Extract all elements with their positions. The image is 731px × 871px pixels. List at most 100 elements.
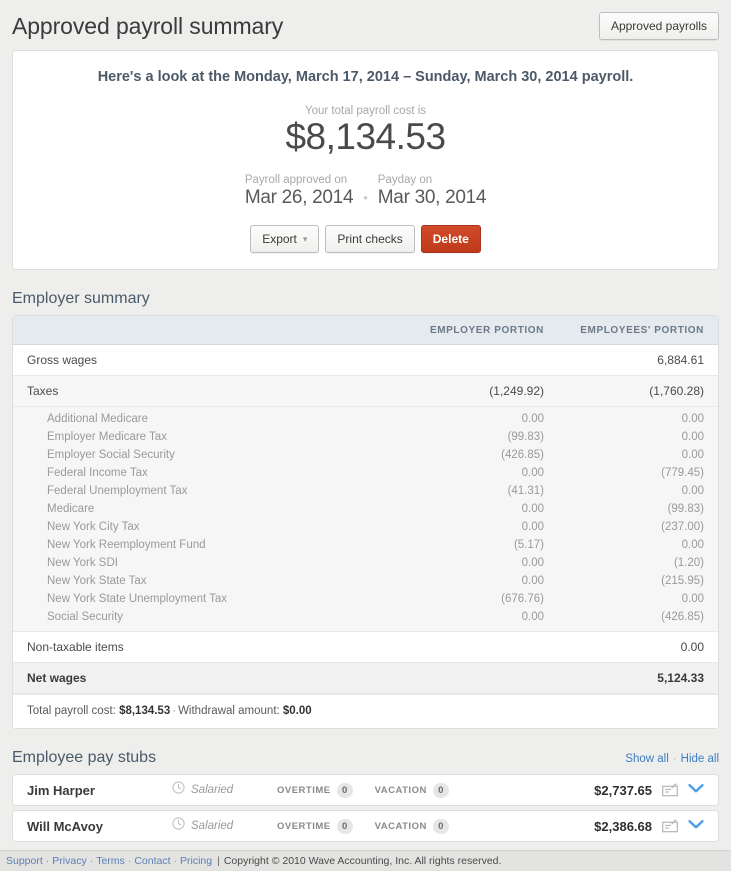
pay-stub-row[interactable]: Jim Harper Salaried OVERTIME 0 VACATION 0 $2,7… <box>12 774 719 807</box>
overtime-label: OVERTIME <box>277 820 331 832</box>
tax-detail-employees-value: (99.83) <box>558 500 718 519</box>
footer-link-support[interactable]: Support <box>6 855 43 867</box>
net-wages-employees-value: 5,124.33 <box>558 662 718 695</box>
delete-button[interactable]: Delete <box>420 225 481 254</box>
vacation-label: VACATION <box>374 820 427 832</box>
footer-separator: · <box>127 855 132 867</box>
date-separator: • <box>363 190 368 206</box>
total-cost-amount: $8,134.53 <box>285 116 446 157</box>
clock-icon <box>172 817 185 835</box>
tax-detail-employees-value: (215.95) <box>558 572 718 591</box>
tax-detail-label: Medicare <box>13 500 398 519</box>
vacation-badge: 0 <box>432 782 449 798</box>
employee-pay-type: Salaried <box>172 817 277 835</box>
payday-date-value: Mar 30, 2014 <box>377 187 487 209</box>
hide-all-link[interactable]: Hide all <box>681 753 719 765</box>
payroll-dates: Payroll approved on Mar 26, 2014 • Payda… <box>33 173 698 209</box>
table-row: Taxes (1,249.92) (1,760.28) <box>13 375 718 408</box>
payroll-period-headline: Here's a look at the Monday, March 17, 2… <box>97 69 634 85</box>
approved-payrolls-button[interactable]: Approved payrolls <box>598 12 719 40</box>
tax-detail-row: New York State Tax 0.00 (215.95) <box>13 572 718 591</box>
tax-detail-label: New York City Tax <box>13 518 398 537</box>
employer-summary-header: Employer summary <box>12 290 719 308</box>
clock-icon-svg <box>172 817 185 830</box>
tax-detail-row: Additional Medicare 0.00 0.00 <box>13 406 718 429</box>
expand-chevron-down-icon[interactable] <box>688 817 704 835</box>
tax-detail-employees-value: 0.00 <box>558 590 718 609</box>
overtime-label: OVERTIME <box>277 784 331 796</box>
employee-name: Will McAvoy <box>27 818 103 834</box>
page-footer: Support · Privacy · Terms · Contact · Pricing | … <box>0 850 731 871</box>
employer-summary-title: Employer summary <box>12 290 150 308</box>
view-pay-stub-icon[interactable] <box>662 783 678 797</box>
row-label: Taxes <box>13 375 398 408</box>
overtime-badge: 0 <box>336 818 353 834</box>
overtime-badge: 0 <box>336 782 353 798</box>
footer-separator: · <box>45 855 50 867</box>
tax-detail-row: Federal Income Tax 0.00 (779.45) <box>13 464 718 483</box>
show-all-link[interactable]: Show all <box>625 753 668 765</box>
pay-stub-row[interactable]: Will McAvoy Salaried OVERTIME 0 VACATION 0 $2,… <box>12 810 719 843</box>
tax-detail-employer-value: (41.31) <box>398 482 558 501</box>
employee-pay-type: Salaried <box>172 781 277 799</box>
summary-footer-line: Total payroll cost: $8,134.53 · Withdrawal… <box>13 694 718 729</box>
vacation-meta: VACATION 0 <box>374 782 449 798</box>
expand-chevron-down-icon[interactable] <box>688 781 704 799</box>
payday-date-label: Payday on <box>377 173 433 186</box>
row-employees-value: 6,884.61 <box>558 344 718 377</box>
tax-detail-label: Federal Unemployment Tax <box>13 482 398 501</box>
column-header-employees-portion: EMPLOYEES' PORTION <box>558 316 718 346</box>
payroll-actions: Export ▾ Print checks Delete <box>33 225 698 254</box>
pay-stubs-title: Employee pay stubs <box>12 749 157 767</box>
tax-detail-label: New York Reemployment Fund <box>13 536 398 555</box>
tax-detail-employer-value: 0.00 <box>398 500 558 519</box>
footer-copyright: Copyright © 2010 Wave Accounting, Inc. A… <box>223 855 502 867</box>
pay-type-label: Salaried <box>191 784 234 797</box>
row-label: Gross wages <box>13 344 398 377</box>
non-taxable-employer-value <box>398 631 558 664</box>
tax-detail-employer-value: 0.00 <box>398 464 558 483</box>
row-employer-value <box>398 344 558 377</box>
footer-link-contact[interactable]: Contact <box>134 855 170 867</box>
tax-detail-row: Employer Medicare Tax (99.83) 0.00 <box>13 428 718 447</box>
approved-date-block: Payroll approved on Mar 26, 2014 <box>245 173 354 209</box>
overtime-meta: OVERTIME 0 <box>277 782 353 798</box>
footer-links: Support · Privacy · Terms · Contact · Pricing <box>6 855 212 867</box>
tax-detail-row: Employer Social Security (426.85) 0.00 <box>13 446 718 465</box>
non-taxable-label: Non-taxable items <box>13 631 398 664</box>
tax-detail-label: New York State Tax <box>13 572 398 591</box>
tax-detail-label: New York SDI <box>13 554 398 573</box>
pay-stub-icon-svg <box>662 819 678 833</box>
tax-detail-employer-value: (99.83) <box>398 428 558 447</box>
tax-detail-row: New York State Unemployment Tax (676.76) 0… <box>13 590 718 609</box>
tax-detail-employees-value: 0.00 <box>558 428 718 447</box>
employee-net-amount: $2,386.68 <box>594 818 652 834</box>
tax-detail-employer-value: 0.00 <box>398 608 558 633</box>
page-title: Approved payroll summary <box>12 12 284 39</box>
vacation-meta: VACATION 0 <box>374 818 449 834</box>
chevron-down-icon-svg <box>688 820 704 829</box>
footer-link-terms[interactable]: Terms <box>96 855 125 867</box>
row-employer-value: (1,249.92) <box>398 375 558 408</box>
footer-dot: · <box>172 705 177 718</box>
non-taxable-row: Non-taxable items 0.00 <box>13 631 718 664</box>
vacation-label: VACATION <box>374 784 427 796</box>
footer-separator: · <box>173 855 178 867</box>
tax-detail-label: Additional Medicare <box>13 406 398 429</box>
print-checks-button[interactable]: Print checks <box>325 225 415 254</box>
tax-detail-employees-value: (1.20) <box>558 554 718 573</box>
total-payroll-cost-label: Total payroll cost: <box>27 705 116 718</box>
tax-detail-employer-value: 0.00 <box>398 572 558 591</box>
table-body: Gross wages 6,884.61 Taxes (1,249.92) (1,760… <box>13 344 718 695</box>
footer-link-privacy[interactable]: Privacy <box>52 855 86 867</box>
tax-detail-employees-value: (779.45) <box>558 464 718 483</box>
withdrawal-amount-label: Withdrawal amount: <box>178 705 280 718</box>
export-button[interactable]: Export ▾ <box>250 225 320 254</box>
tax-detail-row: New York City Tax 0.00 (237.00) <box>13 518 718 537</box>
employee-name: Jim Harper <box>27 782 95 798</box>
chevron-down-icon: ▾ <box>302 234 308 245</box>
footer-link-pricing[interactable]: Pricing <box>180 855 212 867</box>
view-pay-stub-icon[interactable] <box>662 819 678 833</box>
clock-icon-svg <box>172 781 185 794</box>
employer-summary-card: EMPLOYER PORTION EMPLOYEES' PORTION Gros… <box>12 315 719 730</box>
